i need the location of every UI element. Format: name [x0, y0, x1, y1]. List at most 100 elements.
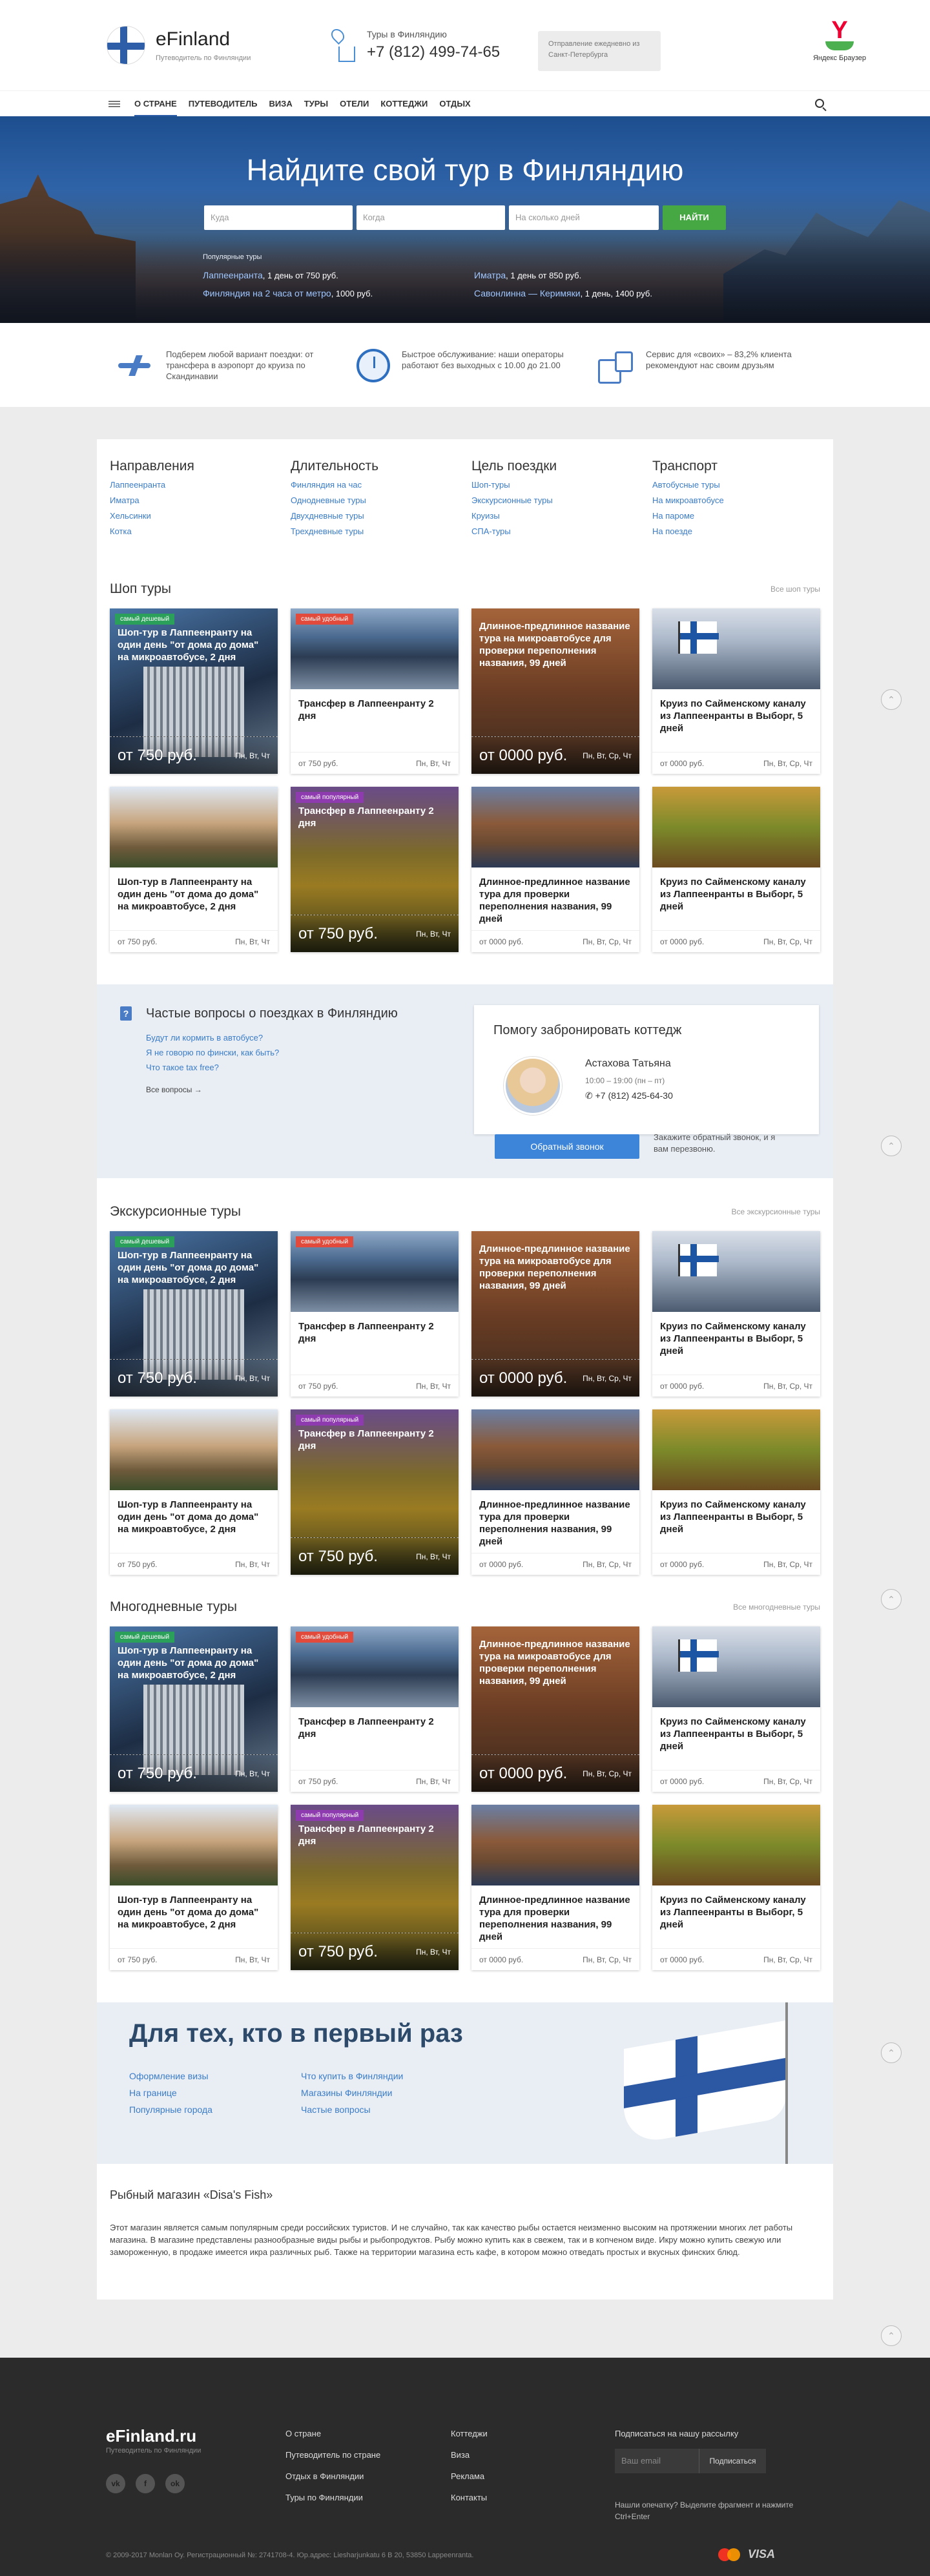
tour-title[interactable]: Шоп-тур в Лаппеенранту на один день "от … [118, 1249, 270, 1286]
filter-link[interactable]: Шоп-туры [471, 480, 652, 490]
first-time-link[interactable]: Частые вопросы [301, 2104, 403, 2115]
tour-title[interactable]: Длинное-предлинное название тура на микр… [479, 1638, 632, 1687]
faq-question-link[interactable]: Я не говорю по фински, как быть? [146, 1048, 398, 1057]
tour-title[interactable]: Шоп-тур в Лаппеенранту на один день "от … [118, 1499, 270, 1535]
tour-title[interactable]: Длинное-предлинное название тура для про… [479, 876, 632, 925]
filter-link[interactable]: Автобусные туры [652, 480, 833, 490]
popular-link[interactable]: Савонлинна — Керимяки [474, 288, 581, 298]
tour-card[interactable]: самый дешевый Шоп-тур в Лаппеенранту на о… [110, 608, 278, 774]
filter-link[interactable]: Иматра [110, 495, 291, 505]
nav-item-cottages[interactable]: Коттеджи [380, 91, 428, 117]
section-all-link[interactable]: Все экскурсионные туры [731, 1207, 820, 1216]
tour-card[interactable]: Длинное-предлинное название тура на микр… [471, 608, 639, 774]
nav-item-guide[interactable]: Путеводитель [189, 91, 258, 117]
filter-link[interactable]: Хельсинки [110, 511, 291, 521]
footer-link[interactable]: Коттеджи [451, 2429, 488, 2438]
tour-card[interactable]: самый популярный Трансфер в Лаппеенранту … [291, 1409, 459, 1575]
filter-link[interactable]: Экскурсионные туры [471, 495, 652, 505]
tour-title[interactable]: Трансфер в Лаппеенранту 2 дня [298, 698, 451, 722]
tour-card[interactable]: Круиз по Сайменскому каналу из Лаппеенра… [652, 1626, 820, 1792]
search-icon[interactable] [815, 99, 824, 108]
tour-card[interactable]: самый удобный Трансфер в Лаппеенранту 2 д… [291, 1231, 459, 1397]
section-all-link[interactable]: Все шоп туры [770, 585, 820, 594]
popular-link[interactable]: Иматра [474, 270, 506, 280]
tour-title[interactable]: Длинное-предлинное название тура для про… [479, 1499, 632, 1548]
footer-link[interactable]: Виза [451, 2450, 488, 2460]
tour-title[interactable]: Длинное-предлинное название тура на микр… [479, 1243, 632, 1292]
filter-link[interactable]: На микроавтобусе [652, 495, 833, 505]
footer-link[interactable]: О стране [285, 2429, 380, 2438]
subscribe-button[interactable]: Подписаться [699, 2449, 766, 2473]
filter-link[interactable]: Котка [110, 526, 291, 536]
first-time-link[interactable]: Что купить в Финляндии [301, 2071, 403, 2081]
tour-card[interactable]: Круиз по Сайменскому каналу из Лаппеенра… [652, 787, 820, 952]
filter-link[interactable]: Круизы [471, 511, 652, 521]
tour-title[interactable]: Трансфер в Лаппеенранту 2 дня [298, 1428, 451, 1452]
footer-link[interactable]: Контакты [451, 2493, 488, 2502]
brand-name[interactable]: eFinland [156, 28, 251, 50]
faq-question-link[interactable]: Будут ли кормить в автобусе? [146, 1033, 398, 1043]
search-button[interactable]: Найти [663, 205, 726, 230]
phone-number[interactable]: +7 (812) 499-74-65 [367, 43, 500, 61]
tour-title[interactable]: Круиз по Сайменскому каналу из Лаппеенра… [660, 1716, 812, 1752]
tour-card[interactable]: Длинное-предлинное название тура на микр… [471, 1626, 639, 1792]
callback-button[interactable]: Обратный звонок [495, 1134, 639, 1159]
tour-title[interactable]: Трансфер в Лаппеенранту 2 дня [298, 1823, 451, 1847]
footer-brand[interactable]: eFinland.ru [106, 2426, 196, 2446]
tour-card[interactable]: Шоп-тур в Лаппеенранту на один день "от … [110, 1409, 278, 1575]
when-input[interactable]: Когда [356, 205, 505, 230]
section-all-link[interactable]: Все многодневные туры [733, 1603, 820, 1612]
where-input[interactable]: Куда [204, 205, 353, 230]
tour-title[interactable]: Круиз по Сайменскому каналу из Лаппеенра… [660, 1499, 812, 1535]
scroll-up-arrow-icon[interactable]: ⌃ [881, 1136, 902, 1156]
nav-item-visa[interactable]: Виза [269, 91, 292, 117]
tour-title[interactable]: Шоп-тур в Лаппеенранту на один день "от … [118, 627, 270, 663]
menu-icon[interactable] [108, 100, 120, 107]
tour-card[interactable]: Длинное-предлинное название тура для про… [471, 1409, 639, 1575]
days-select[interactable]: На сколько дней [509, 205, 659, 230]
brand[interactable]: eFinland Путеводитель по Финляндии [156, 28, 251, 62]
first-time-link[interactable]: Магазины Финляндии [301, 2088, 403, 2098]
tour-title[interactable]: Шоп-тур в Лаппеенранту на один день "от … [118, 1894, 270, 1931]
tour-card[interactable]: Длинное-предлинное название тура на микр… [471, 1231, 639, 1397]
filter-link[interactable]: Трехдневные туры [291, 526, 471, 536]
tour-title[interactable]: Длинное-предлинное название тура на микр… [479, 620, 632, 669]
first-time-link[interactable]: На границе [129, 2088, 212, 2098]
faq-all-link[interactable]: Все вопросы → [146, 1085, 398, 1094]
tour-card[interactable]: Круиз по Сайменскому каналу из Лаппеенра… [652, 1805, 820, 1970]
tour-card[interactable]: самый дешевый Шоп-тур в Лаппеенранту на о… [110, 1626, 278, 1792]
yandex-browser-promo[interactable]: Яндекс Браузер [807, 17, 872, 62]
footer-link[interactable]: Отдых в Финляндии [285, 2471, 380, 2481]
filter-link[interactable]: СПА-туры [471, 526, 652, 536]
manager-phone[interactable]: ✆ +7 (812) 425-64-30 [585, 1090, 673, 1101]
tour-card[interactable]: самый популярный Трансфер в Лаппеенранту … [291, 1805, 459, 1970]
tour-title[interactable]: Круиз по Сайменскому каналу из Лаппеенра… [660, 1894, 812, 1931]
scroll-up-arrow-icon[interactable]: ⌃ [881, 1589, 902, 1610]
manager-phone-number[interactable]: +7 (812) 425-64-30 [595, 1090, 673, 1101]
tour-title[interactable]: Круиз по Сайменскому каналу из Лаппеенра… [660, 876, 812, 913]
footer-link[interactable]: Туры по Финляндии [285, 2493, 380, 2502]
odnoklassniki-icon[interactable]: ok [165, 2474, 185, 2493]
filter-link[interactable]: Лаппеенранта [110, 480, 291, 490]
filter-link[interactable]: На пароме [652, 511, 833, 521]
tour-card[interactable]: Шоп-тур в Лаппеенранту на один день "от … [110, 1805, 278, 1970]
tour-title[interactable]: Шоп-тур в Лаппеенранту на один день "от … [118, 876, 270, 913]
nav-item-tours[interactable]: Туры [304, 91, 328, 117]
footer-link[interactable]: Путеводитель по стране [285, 2450, 380, 2460]
footer-link[interactable]: Реклама [451, 2471, 488, 2481]
filter-link[interactable]: Однодневные туры [291, 495, 471, 505]
first-time-link[interactable]: Популярные города [129, 2104, 212, 2115]
faq-question-link[interactable]: Что такое tax free? [146, 1063, 398, 1072]
nav-item-hotels[interactable]: Отели [340, 91, 369, 117]
scroll-up-arrow-icon[interactable]: ⌃ [881, 2325, 902, 2346]
facebook-icon[interactable]: f [136, 2474, 155, 2493]
tour-card[interactable]: Круиз по Сайменскому каналу из Лаппеенра… [652, 608, 820, 774]
tour-title[interactable]: Длинное-предлинное название тура для про… [479, 1894, 632, 1943]
tour-card[interactable]: самый дешевый Шоп-тур в Лаппеенранту на о… [110, 1231, 278, 1397]
tour-card[interactable]: Длинное-предлинное название тура для про… [471, 1805, 639, 1970]
tour-card[interactable]: Шоп-тур в Лаппеенранту на один день "от … [110, 787, 278, 952]
tour-title[interactable]: Трансфер в Лаппеенранту 2 дня [298, 1716, 451, 1740]
popular-link[interactable]: Финляндия на 2 часа от метро [203, 288, 331, 298]
finland-flag-logo-icon[interactable] [107, 26, 145, 65]
tour-card[interactable]: Круиз по Сайменскому каналу из Лаппеенра… [652, 1231, 820, 1397]
